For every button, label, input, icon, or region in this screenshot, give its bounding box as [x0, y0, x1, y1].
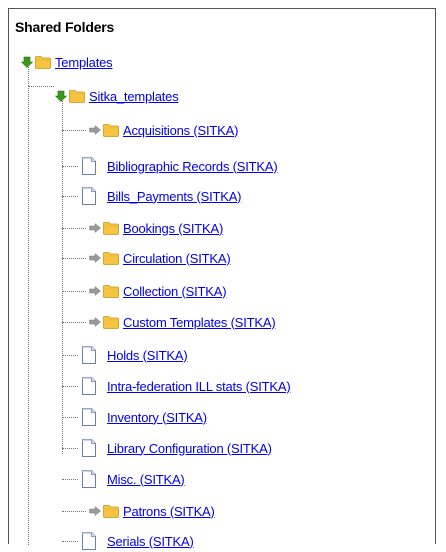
- tree-connector: [28, 86, 29, 545]
- tree-connector: [62, 98, 63, 454]
- tree-link[interactable]: Circulation (SITKA): [123, 251, 231, 266]
- tree-connector: [62, 228, 86, 229]
- tree-link[interactable]: Custom Templates (SITKA): [123, 315, 276, 330]
- tree-connector: [62, 130, 86, 131]
- tree-link[interactable]: Patrons (SITKA): [123, 504, 215, 519]
- tree-link-templates[interactable]: Templates: [55, 55, 113, 70]
- tree-connector: [62, 541, 78, 542]
- document-icon: [81, 157, 97, 175]
- folder-icon: [103, 504, 119, 518]
- tree-connector: [62, 417, 78, 418]
- tree-link[interactable]: Serials (SITKA): [107, 534, 194, 549]
- tree-connector: [62, 291, 86, 292]
- tree-connector: [62, 196, 78, 197]
- tree-link-sitka-templates[interactable]: Sitka_templates: [89, 89, 179, 104]
- folder-icon: [103, 315, 119, 329]
- document-icon: [81, 346, 97, 364]
- tree-link[interactable]: Bookings (SITKA): [123, 221, 223, 236]
- folder-icon: [103, 123, 119, 137]
- tree-node-folder[interactable]: Custom Templates (SITKA): [89, 311, 276, 333]
- tree-link[interactable]: Bills_Payments (SITKA): [107, 189, 242, 204]
- tree-link[interactable]: Misc. (SITKA): [107, 472, 185, 487]
- document-icon: [81, 470, 97, 488]
- tree-connector: [62, 386, 78, 387]
- collapsed-arrow-icon[interactable]: [89, 125, 101, 135]
- folder-icon: [35, 55, 51, 69]
- tree-node-folder[interactable]: Acquisitions (SITKA): [89, 119, 238, 141]
- tree-node-templates[interactable]: Templates: [21, 51, 113, 73]
- tree-connector: [62, 258, 86, 259]
- tree-connector: [62, 448, 78, 449]
- tree-link[interactable]: Collection (SITKA): [123, 284, 227, 299]
- collapsed-arrow-icon[interactable]: [89, 223, 101, 233]
- document-icon: [81, 439, 97, 457]
- tree-link[interactable]: Inventory (SITKA): [107, 410, 207, 425]
- tree-node-file[interactable]: Misc. (SITKA): [81, 468, 185, 490]
- folder-icon: [103, 284, 119, 298]
- tree-node-file[interactable]: Inventory (SITKA): [81, 406, 207, 428]
- folder-icon: [69, 89, 85, 103]
- document-icon: [81, 377, 97, 395]
- expanded-arrow-icon[interactable]: [55, 90, 67, 102]
- tree-connector: [62, 322, 86, 323]
- tree-node-folder[interactable]: Circulation (SITKA): [89, 247, 231, 269]
- tree-link[interactable]: Bibliographic Records (SITKA): [107, 159, 278, 174]
- tree-link[interactable]: Acquisitions (SITKA): [123, 123, 238, 138]
- tree-node-folder[interactable]: Collection (SITKA): [89, 280, 227, 302]
- tree-node-file[interactable]: Intra-federation ILL stats (SITKA): [81, 375, 291, 397]
- tree-link[interactable]: Library Configuration (SITKA): [107, 441, 272, 456]
- folder-icon: [103, 221, 119, 235]
- tree-link[interactable]: Holds (SITKA): [107, 348, 188, 363]
- folder-tree: Templates Sitka_templates Acquisitions (…: [9, 9, 435, 550]
- document-icon: [81, 532, 97, 550]
- collapsed-arrow-icon[interactable]: [89, 506, 101, 516]
- tree-node-file[interactable]: Serials (SITKA): [81, 530, 194, 552]
- tree-connector: [62, 355, 78, 356]
- tree-connector: [62, 479, 78, 480]
- collapsed-arrow-icon[interactable]: [89, 253, 101, 263]
- shared-folders-panel: Shared Folders Templates Sitka_templates: [8, 8, 436, 550]
- tree-node-file[interactable]: Library Configuration (SITKA): [81, 437, 272, 459]
- document-icon: [81, 187, 97, 205]
- tree-connector: [28, 64, 29, 86]
- tree-node-sitka-templates[interactable]: Sitka_templates: [55, 85, 179, 107]
- collapsed-arrow-icon[interactable]: [89, 317, 101, 327]
- tree-connector: [28, 86, 54, 87]
- tree-node-file[interactable]: Bibliographic Records (SITKA): [81, 155, 278, 177]
- tree-node-file[interactable]: Bills_Payments (SITKA): [81, 185, 242, 207]
- tree-node-folder[interactable]: Bookings (SITKA): [89, 217, 223, 239]
- tree-link[interactable]: Intra-federation ILL stats (SITKA): [107, 379, 291, 394]
- document-icon: [81, 408, 97, 426]
- expanded-arrow-icon[interactable]: [21, 56, 33, 68]
- collapsed-arrow-icon[interactable]: [89, 286, 101, 296]
- tree-node-file[interactable]: Holds (SITKA): [81, 344, 188, 366]
- folder-icon: [103, 251, 119, 265]
- tree-connector: [62, 166, 78, 167]
- tree-node-folder[interactable]: Patrons (SITKA): [89, 500, 215, 522]
- tree-connector: [62, 511, 86, 512]
